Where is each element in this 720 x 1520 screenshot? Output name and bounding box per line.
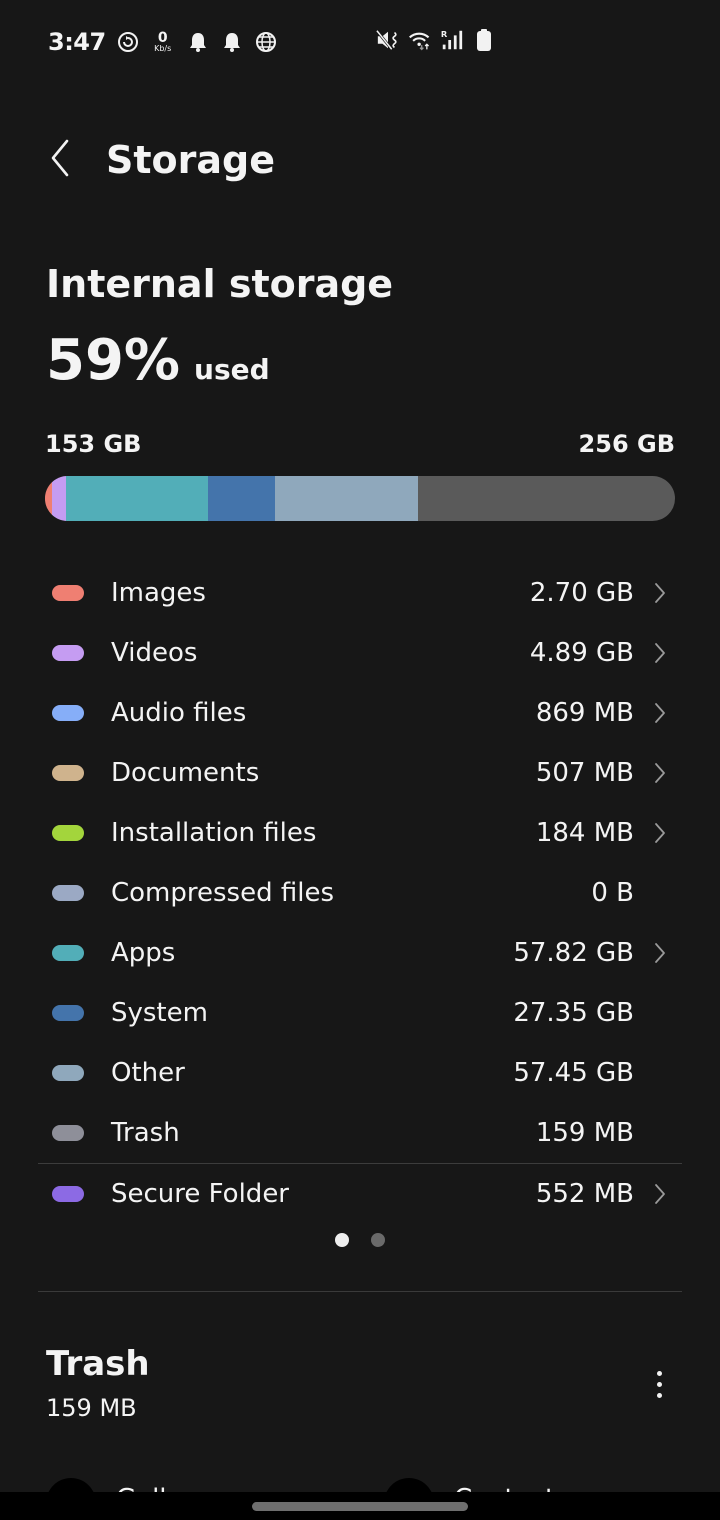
- app-bar: Storage: [0, 130, 720, 194]
- category-label: Documents: [111, 758, 260, 788]
- category-size: 869 MB: [535, 698, 634, 728]
- more-options-dot: [656, 1381, 662, 1387]
- page-dot-active[interactable]: [335, 1233, 349, 1247]
- status-bar: 3:47 0 Kb/s R: [0, 0, 720, 84]
- category-color-swatch: [52, 1186, 84, 1202]
- category-row-images[interactable]: Images 2.70 GB: [38, 563, 682, 623]
- page-title: Storage: [106, 138, 275, 182]
- trash-card-title[interactable]: Trash: [46, 1344, 150, 1384]
- category-size: 2.70 GB: [529, 578, 634, 608]
- category-label: Installation files: [111, 818, 317, 848]
- roaming-signal-icon: R: [440, 28, 464, 52]
- category-size: 27.35 GB: [513, 998, 634, 1028]
- category-label: Images: [111, 578, 206, 608]
- chevron-right-icon: [652, 821, 668, 845]
- category-color-swatch: [52, 705, 84, 721]
- chevron-left-icon: [49, 139, 71, 181]
- used-storage-label: 153 GB: [45, 430, 142, 458]
- category-label: Other: [111, 1058, 185, 1088]
- mute-vibrate-icon: [376, 28, 400, 52]
- category-size: 0 B: [591, 878, 634, 908]
- home-gesture-handle[interactable]: [252, 1502, 468, 1511]
- category-label: Trash: [111, 1118, 180, 1148]
- category-color-swatch: [52, 825, 84, 841]
- category-size: 57.82 GB: [513, 938, 634, 968]
- category-label: Videos: [111, 638, 198, 668]
- storage-bar-segment-images: [45, 476, 52, 521]
- trash-card-size: 159 MB: [46, 1394, 137, 1422]
- storage-bar-segment-apps: [66, 476, 208, 521]
- category-row-installation-files[interactable]: Installation files 184 MB: [38, 803, 682, 863]
- category-color-swatch: [52, 765, 84, 781]
- category-row-secure-folder[interactable]: Secure Folder 552 MB: [38, 1164, 682, 1224]
- category-color-swatch: [52, 1125, 84, 1141]
- notification-bell-icon: [186, 30, 210, 54]
- chevron-right-icon: [652, 1182, 668, 1206]
- chevron-right-icon: [652, 761, 668, 785]
- network-speed-unit: Kb/s: [154, 44, 172, 53]
- more-options-dot: [656, 1392, 662, 1398]
- chevron-right-icon: [652, 941, 668, 965]
- storage-bar-segment-system: [208, 476, 275, 521]
- navigation-bar: [0, 1492, 720, 1520]
- category-size: 4.89 GB: [529, 638, 634, 668]
- category-row-other: Other 57.45 GB: [38, 1043, 682, 1103]
- storage-bar-segment-other: [275, 476, 418, 521]
- category-row-videos[interactable]: Videos 4.89 GB: [38, 623, 682, 683]
- category-label: Apps: [111, 938, 176, 968]
- category-label: Compressed files: [111, 878, 335, 908]
- back-button[interactable]: [40, 138, 80, 182]
- category-size: 57.45 GB: [513, 1058, 634, 1088]
- internal-storage-title: Internal storage: [46, 262, 394, 306]
- notification-bell-icon: [220, 30, 244, 54]
- chevron-right-icon: [652, 641, 668, 665]
- category-row-trash: Trash 159 MB: [38, 1103, 682, 1163]
- category-color-swatch: [52, 885, 84, 901]
- category-size: 552 MB: [535, 1179, 634, 1209]
- category-row-compressed-files: Compressed files 0 B: [38, 863, 682, 923]
- category-size: 159 MB: [535, 1118, 634, 1148]
- category-label: System: [111, 998, 208, 1028]
- chevron-right-icon: [652, 701, 668, 725]
- more-options-icon: [656, 1370, 662, 1376]
- category-color-swatch: [52, 585, 84, 601]
- category-color-swatch: [52, 945, 84, 961]
- storage-category-list: Images 2.70 GB Videos 4.89 GB Audio files 869…: [38, 563, 682, 1224]
- usage-percent: 59%: [46, 328, 181, 393]
- category-size: 507 MB: [535, 758, 634, 788]
- usage-summary: 59% used: [46, 328, 270, 393]
- clock: 3:47: [48, 28, 106, 56]
- category-row-audio-files[interactable]: Audio files 869 MB: [38, 683, 682, 743]
- category-row-apps[interactable]: Apps 57.82 GB: [38, 923, 682, 983]
- network-speed: 0 Kb/s: [150, 31, 176, 53]
- page-indicator: [335, 1233, 385, 1247]
- chevron-right-icon: [652, 581, 668, 605]
- more-options-button[interactable]: [644, 1364, 674, 1404]
- category-color-swatch: [52, 645, 84, 661]
- storage-usage-bar: [45, 476, 675, 521]
- sync-icon: [116, 30, 140, 54]
- globe-icon: [254, 30, 278, 54]
- storage-bar-labels: 153 GB 256 GB: [45, 430, 675, 458]
- svg-text:R: R: [441, 29, 448, 39]
- category-label: Audio files: [111, 698, 247, 728]
- network-speed-value: 0: [157, 30, 168, 46]
- page-dot[interactable]: [371, 1233, 385, 1247]
- wifi-icon: [408, 28, 432, 52]
- category-size: 184 MB: [535, 818, 634, 848]
- section-divider: [38, 1291, 682, 1292]
- usage-suffix: used: [194, 353, 270, 386]
- storage-bar-segment-videos: [52, 476, 66, 521]
- category-color-swatch: [52, 1005, 84, 1021]
- total-storage-label: 256 GB: [578, 430, 675, 458]
- category-row-system: System 27.35 GB: [38, 983, 682, 1043]
- category-label: Secure Folder: [111, 1179, 290, 1209]
- category-row-documents[interactable]: Documents 507 MB: [38, 743, 682, 803]
- battery-icon: [472, 28, 496, 52]
- category-color-swatch: [52, 1065, 84, 1081]
